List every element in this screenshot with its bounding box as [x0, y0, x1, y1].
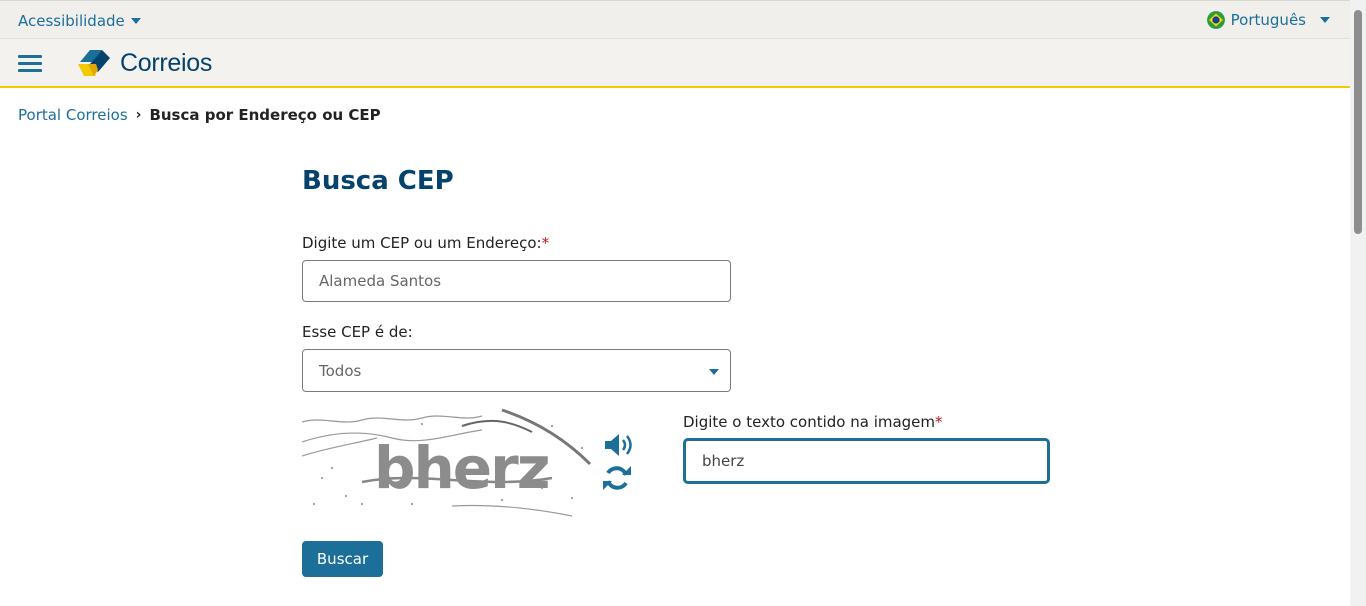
correios-logo[interactable]: Correios — [76, 48, 212, 78]
speaker-icon[interactable] — [603, 432, 635, 462]
required-marker: * — [541, 234, 550, 252]
correios-logo-icon — [78, 50, 110, 76]
cep-label-text: Digite um CEP ou um Endereço: — [302, 234, 542, 252]
cep-input[interactable]: Alameda Santos — [302, 260, 731, 302]
accessibility-label: Acessibilidade — [18, 12, 125, 30]
scrollbar-thumb[interactable] — [1354, 10, 1362, 234]
language-label: Português — [1230, 11, 1306, 29]
cep-type-label: Esse CEP é de: — [302, 323, 413, 341]
scrollbar[interactable] — [1350, 0, 1366, 606]
breadcrumb-current: Busca por Endereço ou CEP — [149, 106, 381, 124]
accessibility-menu[interactable]: Acessibilidade — [18, 12, 141, 30]
caret-down-icon — [130, 18, 141, 24]
caret-down-icon — [1320, 17, 1330, 23]
hamburger-menu-icon[interactable] — [18, 55, 42, 73]
language-selector[interactable]: Português — [1206, 11, 1330, 29]
captcha-image: bherz — [301, 408, 593, 517]
cep-input-value: Alameda Santos — [319, 272, 442, 290]
brazil-flag-icon — [1206, 11, 1225, 29]
required-marker: * — [935, 413, 943, 431]
captcha-label-text: Digite o texto contido na imagem — [683, 413, 936, 431]
caret-down-icon — [709, 369, 719, 375]
chevron-right-icon: › — [135, 107, 142, 123]
page-title: Busca CEP — [302, 166, 454, 196]
breadcrumb-home-link[interactable]: Portal Correios — [18, 106, 128, 124]
breadcrumb: Portal Correios › Busca por Endereço ou … — [18, 106, 381, 124]
captcha-input-value: bherz — [702, 452, 745, 470]
captcha-field-label: Digite o texto contido na imagem* — [683, 413, 943, 431]
logo-text: Correios — [120, 49, 213, 77]
captcha-text: bherz — [374, 434, 549, 502]
site-header: Correios — [0, 39, 1350, 88]
captcha-input[interactable]: bherz — [683, 438, 1050, 484]
search-button[interactable]: Buscar — [302, 541, 383, 577]
top-bar: Acessibilidade Português — [0, 0, 1350, 39]
cep-field-label: Digite um CEP ou um Endereço:* — [302, 234, 549, 252]
cep-type-value: Todos — [319, 361, 362, 380]
cep-type-select[interactable]: Todos — [302, 349, 731, 392]
refresh-icon[interactable] — [602, 463, 632, 497]
